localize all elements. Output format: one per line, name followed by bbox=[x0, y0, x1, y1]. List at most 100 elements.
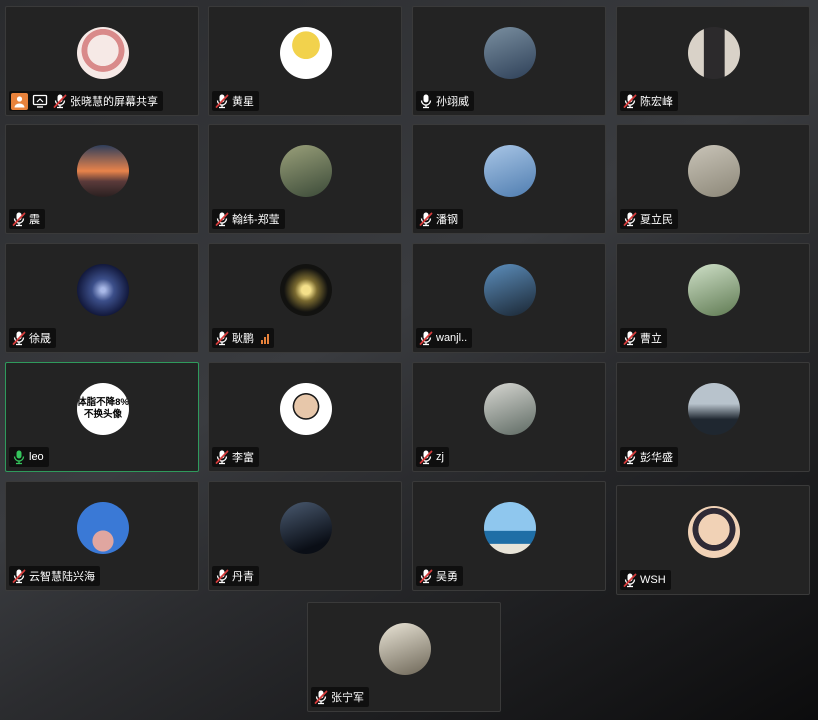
participant-name: 震 bbox=[29, 214, 40, 226]
mic-muted-icon bbox=[214, 568, 230, 584]
network-signal-icon bbox=[261, 333, 269, 344]
name-plate: leo bbox=[9, 447, 49, 467]
mic-muted-icon bbox=[622, 449, 638, 465]
host-icon bbox=[11, 92, 28, 110]
avatar bbox=[688, 264, 740, 316]
avatar bbox=[77, 145, 129, 197]
participant-name: zj bbox=[436, 451, 444, 463]
mic-muted-icon bbox=[418, 211, 434, 227]
participant-name: 彭华盛 bbox=[640, 452, 673, 464]
name-plate: 张晓慧的屏幕共享 bbox=[9, 91, 163, 111]
participant-name: 陈宏峰 bbox=[640, 96, 673, 108]
participant-tile[interactable]: 张晓慧的屏幕共享 bbox=[5, 6, 199, 116]
avatar: 体脂不降8% 不换头像 bbox=[77, 383, 129, 435]
mic-muted-icon bbox=[214, 330, 230, 346]
mic-muted-icon bbox=[418, 330, 434, 346]
participant-tile[interactable]: 徐晟 bbox=[5, 243, 199, 353]
mic-muted-icon bbox=[214, 211, 230, 227]
participant-tile[interactable]: wanjl.. bbox=[412, 243, 606, 353]
participant-name: 吴勇 bbox=[436, 571, 458, 583]
avatar bbox=[484, 383, 536, 435]
name-plate: 云智慧陆兴海 bbox=[9, 566, 100, 586]
participant-name: 云智慧陆兴海 bbox=[29, 571, 95, 583]
name-plate: 夏立民 bbox=[620, 209, 678, 229]
name-plate: zj bbox=[416, 447, 449, 467]
participant-tile[interactable]: 丹青 bbox=[208, 481, 402, 591]
name-plate: 翰纬-郑莹 bbox=[212, 209, 285, 229]
participant-tile[interactable]: 曹立 bbox=[616, 243, 810, 353]
name-plate: 曹立 bbox=[620, 328, 667, 348]
participant-tile[interactable]: 吴勇 bbox=[412, 481, 606, 591]
name-plate: 徐晟 bbox=[9, 328, 56, 348]
mic-muted-icon bbox=[214, 93, 230, 109]
name-plate: wanjl.. bbox=[416, 328, 473, 348]
participant-tile[interactable]: 黄星 bbox=[208, 6, 402, 116]
avatar bbox=[688, 383, 740, 435]
mic-icon bbox=[11, 449, 27, 465]
avatar-text-line: 体脂不降8% bbox=[77, 397, 129, 408]
participant-name: 李富 bbox=[232, 452, 254, 464]
participant-tile[interactable]: 震 bbox=[5, 124, 199, 234]
name-plate: 孙翊威 bbox=[416, 91, 474, 111]
avatar bbox=[77, 27, 129, 79]
participant-tile[interactable]: 孙翊威 bbox=[412, 6, 606, 116]
participant-name: 潘钢 bbox=[436, 214, 458, 226]
mic-muted-icon bbox=[11, 568, 27, 584]
participant-name: 张晓慧的屏幕共享 bbox=[70, 96, 158, 108]
avatar bbox=[77, 264, 129, 316]
participant-name: WSH bbox=[640, 574, 666, 586]
participant-name: 丹青 bbox=[232, 571, 254, 583]
participant-tile[interactable]: 翰纬-郑莹 bbox=[208, 124, 402, 234]
participant-tile[interactable]: 李富 bbox=[208, 362, 402, 472]
name-plate: 潘钢 bbox=[416, 209, 463, 229]
mic-muted-icon bbox=[622, 93, 638, 109]
avatar bbox=[379, 623, 431, 675]
mic-muted-icon bbox=[11, 211, 27, 227]
name-plate: 李富 bbox=[212, 447, 259, 467]
name-plate: 彭华盛 bbox=[620, 447, 678, 467]
participant-name: 张宁军 bbox=[331, 692, 364, 704]
name-plate: 丹青 bbox=[212, 566, 259, 586]
avatar bbox=[77, 502, 129, 554]
participant-tile[interactable]: 潘钢 bbox=[412, 124, 606, 234]
mic-muted-icon bbox=[622, 330, 638, 346]
name-plate: 震 bbox=[9, 209, 45, 229]
mic-icon bbox=[418, 93, 434, 109]
name-plate: WSH bbox=[620, 570, 671, 590]
screen-share-icon bbox=[32, 93, 48, 109]
avatar bbox=[280, 145, 332, 197]
participant-name: 曹立 bbox=[640, 333, 662, 345]
participant-tile[interactable]: 体脂不降8% 不换头像 leo bbox=[5, 362, 199, 472]
mic-muted-icon bbox=[622, 211, 638, 227]
avatar bbox=[280, 502, 332, 554]
avatar bbox=[280, 383, 332, 435]
participant-name: 黄星 bbox=[232, 96, 254, 108]
name-plate: 耿鹏 bbox=[212, 328, 274, 348]
avatar bbox=[484, 27, 536, 79]
participant-tile[interactable]: 陈宏峰 bbox=[616, 6, 810, 116]
participant-tile[interactable]: 云智慧陆兴海 bbox=[5, 481, 199, 591]
participant-name: 夏立民 bbox=[640, 214, 673, 226]
mic-muted-icon bbox=[622, 572, 638, 588]
avatar bbox=[280, 264, 332, 316]
participant-name: 翰纬-郑莹 bbox=[232, 214, 280, 226]
mic-muted-icon bbox=[52, 93, 68, 109]
mic-muted-icon bbox=[11, 330, 27, 346]
participant-name: 徐晟 bbox=[29, 333, 51, 345]
avatar bbox=[484, 264, 536, 316]
participant-tile[interactable]: 彭华盛 bbox=[616, 362, 810, 472]
participant-tile[interactable]: WSH bbox=[616, 485, 810, 595]
avatar bbox=[688, 506, 740, 558]
participant-tile[interactable]: 夏立民 bbox=[616, 124, 810, 234]
avatar bbox=[484, 145, 536, 197]
mic-muted-icon bbox=[214, 449, 230, 465]
name-plate: 吴勇 bbox=[416, 566, 463, 586]
avatar bbox=[484, 502, 536, 554]
avatar bbox=[280, 27, 332, 79]
avatar-text-line: 不换头像 bbox=[83, 409, 122, 420]
participant-tile[interactable]: zj bbox=[412, 362, 606, 472]
avatar bbox=[688, 145, 740, 197]
participant-tile[interactable]: 耿鹏 bbox=[208, 243, 402, 353]
avatar bbox=[688, 27, 740, 79]
participant-tile[interactable]: 张宁军 bbox=[307, 602, 501, 712]
